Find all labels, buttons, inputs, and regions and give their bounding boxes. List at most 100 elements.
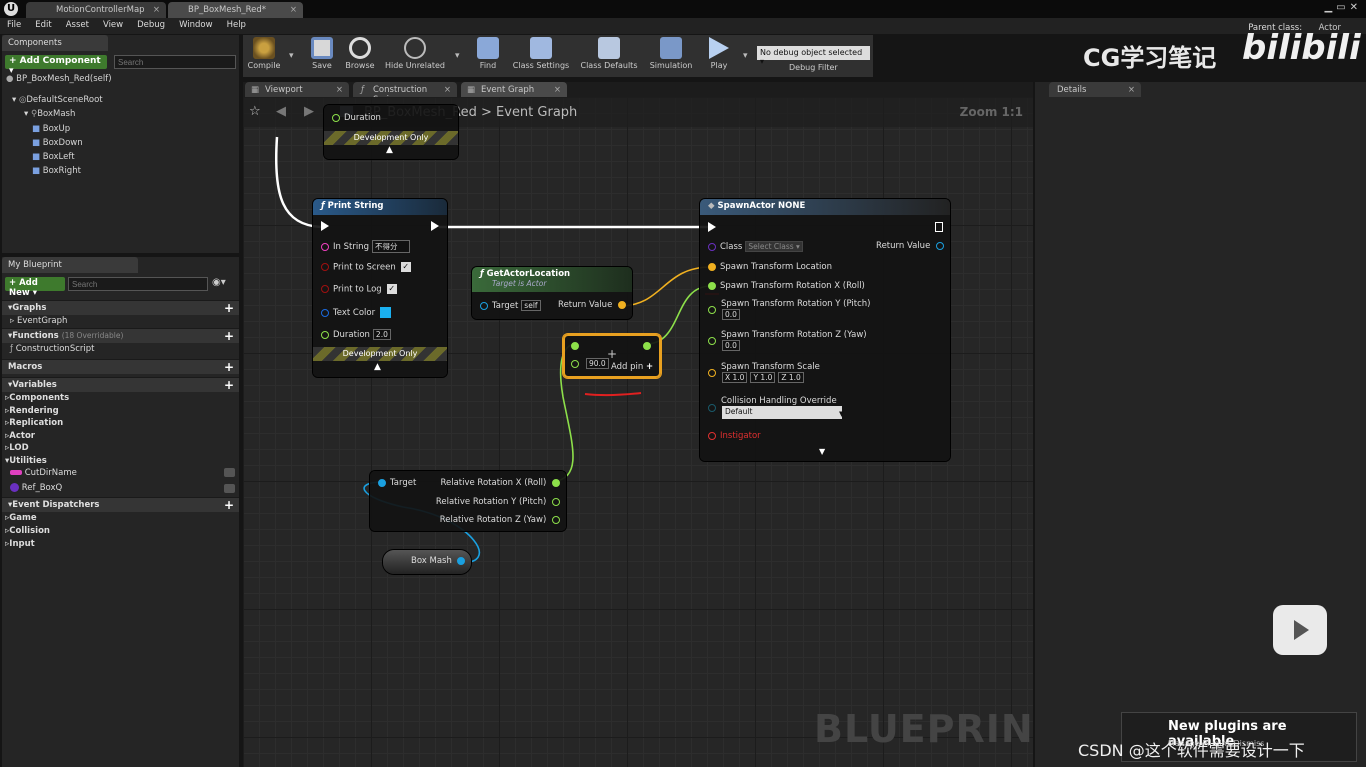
menu-asset[interactable]: Asset <box>59 18 96 30</box>
class-select[interactable]: Select Class ▾ <box>745 241 803 252</box>
pin-spawn-rotation-y[interactable]: Spawn Transform Rotation Y (Pitch) 0.0 <box>708 299 871 320</box>
node-relative-rotation[interactable]: Target Relative Rotation X (Roll) Relati… <box>370 471 566 531</box>
close-icon[interactable]: × <box>444 85 451 95</box>
close-icon[interactable]: × <box>1128 85 1135 95</box>
print-screen-checkbox[interactable]: ✓ <box>400 262 411 272</box>
var-category[interactable]: ▹Actor <box>2 430 239 443</box>
pin-spawn-scale[interactable]: Spawn Transform Scale X 1.0 Y 1.0 Z 1.0 <box>708 362 820 383</box>
add-value-input[interactable]: 90.0 <box>586 358 609 369</box>
var-options-icon[interactable] <box>224 468 235 477</box>
exec-out-pin[interactable] <box>431 221 439 232</box>
tree-item-boxup[interactable]: ■ BoxUp <box>12 122 103 136</box>
node-partial-top[interactable]: Duration Development Only ▲ <box>324 105 458 159</box>
scale-y-input[interactable]: Y 1.0 <box>750 372 776 383</box>
function-item-constructionscript[interactable]: ƒ ConstructionScript <box>2 343 239 356</box>
menu-window[interactable]: Window <box>172 18 220 30</box>
add-function-icon[interactable]: + <box>224 329 234 343</box>
close-icon[interactable]: × <box>153 5 160 15</box>
add-variable-icon[interactable]: + <box>224 378 234 392</box>
pin-return-value[interactable]: Return Value <box>558 300 626 310</box>
self-item[interactable]: ● BP_BoxMesh_Red(self) <box>6 74 112 84</box>
collision-select[interactable]: Default <box>722 406 842 419</box>
pin-return-value[interactable]: Return Value <box>876 241 944 251</box>
menu-help[interactable]: Help <box>220 18 253 30</box>
dispatcher-category[interactable]: ▹Input <box>2 538 239 551</box>
scale-z-input[interactable]: Z 1.0 <box>778 372 804 383</box>
tree-item-boxmash[interactable]: ▾ ⚲BoxMash <box>12 107 103 121</box>
play-button[interactable]: Play <box>701 35 737 75</box>
tree-item-boxright[interactable]: ■ BoxRight <box>12 164 103 178</box>
file-tab-blueprint[interactable]: BP_BoxMesh_Red* × <box>168 2 303 18</box>
add-component-button[interactable]: + Add Component ▾ <box>5 55 107 76</box>
my-blueprint-tab[interactable]: My Blueprint <box>2 257 138 273</box>
add-graph-icon[interactable]: + <box>224 301 234 315</box>
in-string-input[interactable]: 不得分 <box>371 240 410 253</box>
tab-event-graph[interactable]: ▦ Event Graph × <box>461 82 567 97</box>
file-tab-map[interactable]: MotionControllerMap × <box>26 2 166 18</box>
blueprint-search-input[interactable] <box>68 277 208 291</box>
scale-x-input[interactable]: X 1.0 <box>722 372 748 383</box>
section-event-dispatchers[interactable]: ▾Event Dispatchers + <box>2 497 239 512</box>
pin-target[interactable]: Target self <box>480 300 541 311</box>
play-dropdown-icon[interactable]: ▾ <box>743 51 748 61</box>
section-variables[interactable]: ▾Variables + <box>2 377 239 392</box>
add-dispatcher-icon[interactable]: + <box>224 498 234 512</box>
simulation-button[interactable]: Simulation <box>647 35 695 75</box>
section-graphs[interactable]: ▾Graphs + <box>2 300 239 315</box>
exec-in-pin[interactable] <box>321 221 329 232</box>
add-pin-button[interactable]: Add pin + <box>611 362 653 372</box>
pin-print-to-screen[interactable]: Print to Screen ✓ <box>321 262 411 273</box>
tab-details[interactable]: Details × <box>1049 82 1141 97</box>
event-graph-canvas[interactable]: ☆ ◀ ▶ BP_BoxMesh_Red > Event Graph Zoom … <box>243 97 1033 767</box>
node-box-mash-getter[interactable]: Box Mash <box>383 550 471 574</box>
components-tab[interactable]: Components <box>2 35 108 51</box>
save-button[interactable]: Save <box>303 35 341 75</box>
node-print-string[interactable]: ƒ Print String In String 不得分 Print to Scr… <box>313 199 447 377</box>
expand-arrow-icon[interactable]: ▼ <box>819 447 825 456</box>
section-macros[interactable]: Macros + <box>2 359 239 374</box>
rotation-z-input[interactable]: 0.0 <box>722 340 740 351</box>
var-category[interactable]: ▹Replication <box>2 417 239 430</box>
pin-relative-rotation-y[interactable]: Relative Rotation Y (Pitch) <box>436 497 560 507</box>
dispatcher-category[interactable]: ▹Game <box>2 512 239 525</box>
exec-out-pin[interactable] <box>935 221 943 232</box>
menu-view[interactable]: View <box>96 18 130 30</box>
var-category[interactable]: ▹LOD <box>2 442 239 455</box>
close-icon[interactable]: × <box>290 5 297 15</box>
pin-duration[interactable]: Duration <box>332 113 381 123</box>
compile-button[interactable]: Compile <box>243 35 285 75</box>
pin-instigator[interactable]: Instigator <box>708 431 761 441</box>
tree-item-defaultsceneroot[interactable]: ▾ ◎DefaultSceneRoot <box>12 93 103 107</box>
debug-object-select[interactable]: No debug object selected ▾ <box>757 46 870 66</box>
browse-button[interactable]: Browse <box>341 35 379 75</box>
add-input-pin-b[interactable]: 90.0 <box>571 358 609 369</box>
var-options-icon[interactable] <box>224 484 235 493</box>
pin-relative-rotation-x[interactable]: Relative Rotation X (Roll) <box>440 478 560 488</box>
close-icon[interactable]: × <box>336 85 343 95</box>
expand-arrow-icon[interactable]: ▲ <box>386 145 393 155</box>
menu-edit[interactable]: Edit <box>28 18 58 30</box>
var-category[interactable]: ▹Components <box>2 392 239 405</box>
duration-input[interactable]: 2.0 <box>372 329 391 340</box>
restore-icon[interactable]: ▭ <box>1336 2 1349 13</box>
add-output-pin[interactable] <box>643 341 655 351</box>
variable-item[interactable]: Ref_BoxQ <box>2 482 239 497</box>
find-button[interactable]: Find <box>469 35 507 75</box>
pin-class[interactable]: Class Select Class ▾ <box>708 241 803 252</box>
tab-viewport[interactable]: ▦ Viewport × <box>245 82 349 97</box>
exec-in-pin[interactable] <box>708 222 716 233</box>
pin-duration[interactable]: Duration 2.0 <box>321 329 391 340</box>
pin-in-string[interactable]: In String 不得分 <box>321 240 410 253</box>
compile-dropdown-icon[interactable]: ▾ <box>289 51 294 61</box>
view-options-icon[interactable]: ◉▾ <box>212 277 226 288</box>
variable-item[interactable]: CutDirName <box>2 467 239 482</box>
hide-unrelated-dropdown-icon[interactable]: ▾ <box>455 51 460 61</box>
expand-arrow-icon[interactable]: ▲ <box>374 362 381 372</box>
hide-unrelated-button[interactable]: Hide Unrelated <box>383 35 447 75</box>
pin-box-mash-out[interactable] <box>457 556 465 566</box>
node-spawn-actor[interactable]: ◆ SpawnActor NONE Class Select Class ▾ Re… <box>700 199 950 461</box>
dispatcher-category[interactable]: ▹Collision <box>2 525 239 538</box>
pin-spawn-rotation-x[interactable]: Spawn Transform Rotation X (Roll) <box>708 281 865 291</box>
menu-debug[interactable]: Debug <box>130 18 172 30</box>
close-window-icon[interactable]: ✕ <box>1350 2 1362 13</box>
